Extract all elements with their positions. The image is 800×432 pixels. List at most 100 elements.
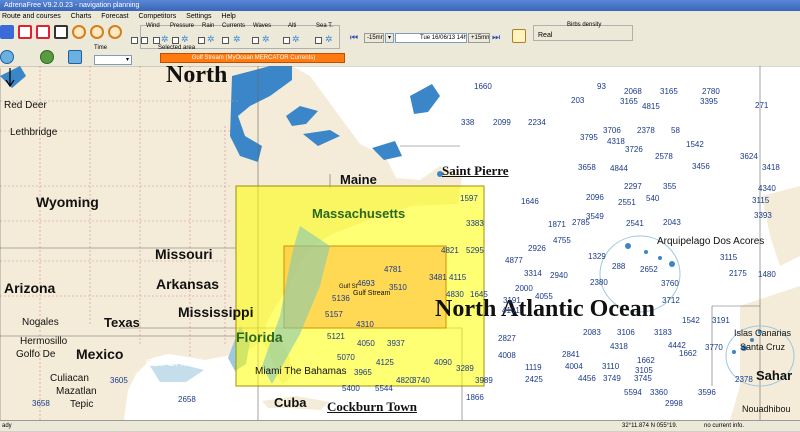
depth-label: 4115 [449,273,467,282]
depth-label: 4318 [610,342,628,351]
currents-settings-icon[interactable]: ✲ [233,35,241,44]
depth-label: 3456 [692,162,710,171]
rain-checkbox[interactable] [198,37,205,44]
zoom-in-icon[interactable] [72,25,86,39]
zoom-fit-icon[interactable] [90,25,104,39]
grib-download-icon[interactable] [40,50,54,64]
depth-label: 4318 [607,137,625,146]
waves-settings-icon[interactable]: ✲ [262,35,270,44]
depth-label: 2652 [640,265,658,274]
depth-label: 2175 [729,269,747,278]
region-missouri: Missouri [155,246,213,262]
depth-label: 4456 [578,374,596,383]
seatemp-settings-icon[interactable]: ✲ [325,35,333,44]
region-cockburn-town: Cockburn Town [327,399,417,414]
wave-tool-icon[interactable] [36,25,50,39]
depth-label: 3726 [625,145,643,154]
depth-label: 3510 [389,283,407,292]
nav-back-button[interactable]: -15mn [364,33,384,43]
alti-checkbox[interactable] [283,37,290,44]
menu-settings[interactable]: Settings [186,13,211,20]
depth-label: 4755 [553,236,571,245]
depth-label: 2425 [525,375,543,384]
region-miami-bahamas: Miami The Bahamas [255,366,347,377]
depth-label: 3706 [603,126,621,135]
wind-settings-icon[interactable]: ✲ [161,35,169,44]
seatemp-checkbox[interactable] [315,37,322,44]
rain-settings-icon[interactable]: ✲ [207,35,215,44]
depth-label: 2068 [624,87,642,96]
time-select[interactable]: ▾ [94,55,132,65]
city-nogales: Nogales [22,317,59,328]
depth-label: 4090 [434,358,452,367]
globe-icon[interactable] [0,50,14,64]
depth-label: 3658 [32,399,50,408]
depth-label: 4877 [505,256,523,265]
curve-tool-icon[interactable] [18,25,32,39]
depth-label: 4340 [758,184,776,193]
region-mexico: Mexico [76,346,124,362]
depth-label: 2578 [655,152,673,161]
layer-checkbox-1[interactable] [131,37,138,44]
measure-tool-icon[interactable] [54,25,68,39]
depth-label: 2378 [735,375,753,384]
chart-map[interactable]: North Atlantic Ocean North Maine Massach… [0,66,800,420]
depth-label: 4442 [668,341,686,350]
label-waves: Waves [253,23,272,29]
depth-label: 2234 [528,118,546,127]
nav-first-icon[interactable]: ⏮ [350,30,364,44]
depth-label: 1645 [470,290,488,299]
depth-label: 3740 [412,376,430,385]
region-wyoming: Wyoming [36,194,99,210]
depth-label: 2998 [665,399,683,408]
waves-checkbox[interactable] [252,37,259,44]
birbs-density-label: Birbs density [567,22,602,28]
currents-checkbox[interactable] [222,37,229,44]
selected-area-label: Selected area [158,45,196,51]
birbs-density-value[interactable]: Real [538,32,552,39]
menu-charts[interactable]: Charts [71,13,92,20]
settings-star-icon[interactable] [512,29,526,43]
depth-label: 1480 [758,270,776,279]
date-dropdown-arrow[interactable]: ▾ [385,33,394,43]
depth-label: 5136 [332,294,350,303]
date-field[interactable]: Tue 16/06/13 14h11 [395,33,467,43]
status-bar: ady 32°11.874 N 055°19. no current info. [0,420,800,431]
depth-label: 2380 [590,278,608,287]
layers-icon[interactable] [68,50,82,64]
nav-last-icon[interactable]: ⏭ [492,30,506,44]
region-sahara: Sahar [756,368,793,383]
menu-route[interactable]: Route and courses [2,13,61,20]
region-texas: Texas [104,315,140,330]
depth-label: 4050 [357,339,375,348]
depth-label: 4101 [502,306,520,315]
depth-label: 3965 [354,368,372,377]
depth-label: 93 [597,82,606,91]
menu-forecast[interactable]: Forecast [101,13,128,20]
wind-checkbox[interactable] [153,37,160,44]
status-coords: 32°11.874 N 055°19. [622,423,678,429]
nav-forward-button[interactable]: +15mn [468,33,490,43]
pressure-checkbox[interactable] [172,37,179,44]
depth-label: 4781 [384,265,402,274]
region-gulf-stream: Gulf Stream [353,290,391,297]
selected-area-value[interactable]: Gulf Stream (MyOcean MERCATOR Currents) [160,53,345,63]
zoom-out-icon[interactable] [108,25,122,39]
depth-label: 2541 [626,219,644,228]
menu-help[interactable]: Help [221,13,235,20]
depth-label: 355 [663,182,677,191]
alti-settings-icon[interactable]: ✲ [292,35,300,44]
depth-label: 2827 [498,334,516,343]
menu-competitors[interactable]: Competitors [138,13,176,20]
region-gulf-st-small: Gulf St [339,284,358,290]
depth-label: 3481 [429,273,447,282]
route-tool-icon[interactable] [0,25,14,39]
region-canarias: Islas Canarias [734,328,792,338]
depth-label: 1866 [466,393,484,402]
depth-label: 3937 [387,339,405,348]
pressure-settings-icon[interactable]: ✲ [181,35,189,44]
region-mississippi: Mississippi [178,304,254,320]
depth-label: 1119 [525,363,542,372]
depth-label: 2043 [663,218,681,227]
depth-label: 5121 [327,332,345,341]
